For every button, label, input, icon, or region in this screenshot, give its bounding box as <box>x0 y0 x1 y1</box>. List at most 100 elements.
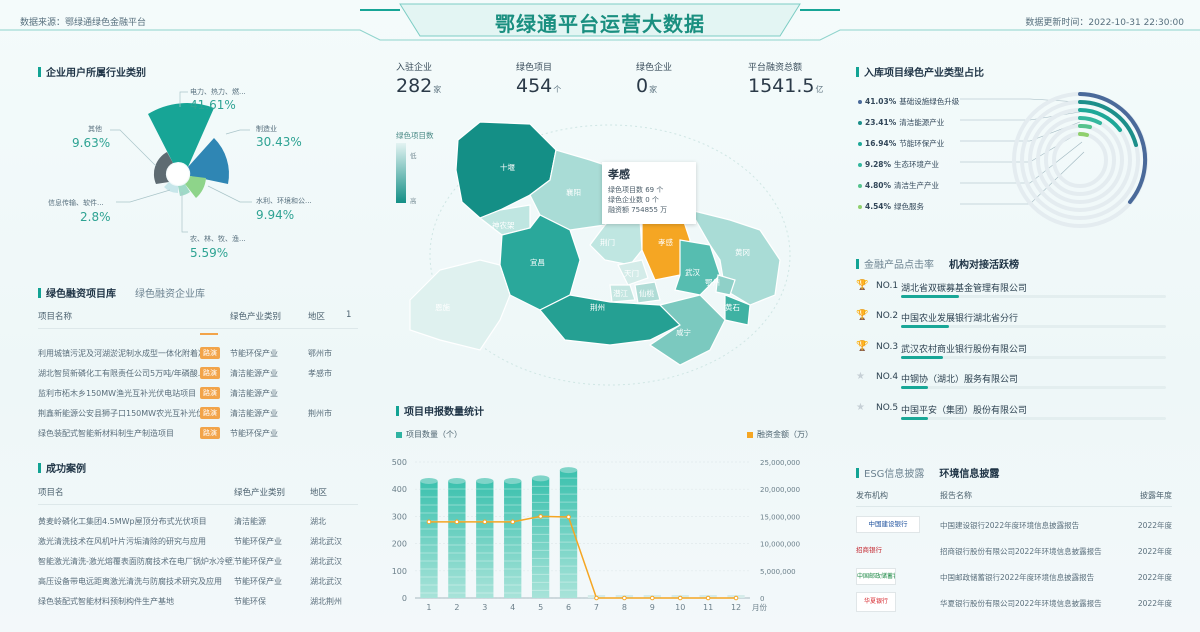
line-point[interactable] <box>594 595 599 601</box>
trophy-silver-icon: 🏆 <box>856 310 869 321</box>
industry-label-power-name: 电力、热力、燃... <box>190 88 246 96</box>
industry-share-title-text: 入库项目绿色产业类型占比 <box>864 68 984 79</box>
share-dot <box>858 204 862 209</box>
row-category: 清洁能源产业 <box>230 368 278 378</box>
tab-esg[interactable]: ESG信息披露 <box>864 465 924 480</box>
row-name: 智能激光清洗-激光熔覆表面防腐技术在电厂锅炉水冷壁及... <box>38 556 234 566</box>
map-label: 天门 <box>624 269 639 278</box>
bar-top <box>504 478 522 485</box>
kpi-value: 282 <box>396 75 433 97</box>
esg-row[interactable]: 华夏银行 华夏银行股份有限公司2022年环境信息披露报告 2022年度 <box>856 592 1172 614</box>
share-item: 4.80% 清洁生产产业 <box>858 180 939 191</box>
x-tick: 1 <box>426 603 431 612</box>
x-tick: 3 <box>482 603 487 612</box>
hubei-map[interactable]: 十堰 襄阳 神农架 宜昌 恩施 荆门 孝感 天门 潜江 仙桃 武汉 鄂州 黄冈 … <box>380 110 800 400</box>
tab-finance-companies[interactable]: 绿色融资企业库 <box>135 285 205 300</box>
x-tick: 9 <box>650 603 655 612</box>
bar-mark[interactable] <box>504 481 522 598</box>
title-bar <box>38 66 41 77</box>
table-row[interactable]: 智能激光清洗-激光熔覆表面防腐技术在电厂锅炉水冷壁及... 节能环保产业 湖北武汉 <box>38 551 358 571</box>
row-region: 荆州市 <box>308 408 332 418</box>
kpi-value: 0 <box>636 75 649 97</box>
line-point[interactable] <box>622 595 627 601</box>
row-region: 湖北武汉 <box>310 576 342 586</box>
tooltip-line: 融资额 754855 万 <box>608 206 668 214</box>
rank-item[interactable]: 🏆 NO.1 湖北省双碳募基金管理有限公司 <box>856 280 1166 311</box>
rank-item[interactable]: ★ NO.5 中国平安（集团）股份有限公司 <box>856 402 1166 433</box>
project-stats-title: 项目申报数量统计 <box>396 403 484 418</box>
share-pct: 23.41% <box>865 118 897 127</box>
line-point[interactable] <box>426 519 432 525</box>
kpi-label: 入驻企业 <box>396 63 433 73</box>
col-category: 绿色产业类别 <box>230 312 282 322</box>
finance-projects-table: 项目名称 绿色产业类别 地区 1 利用城镇污泥及河湖淤泥制水成型一体化附着净..… <box>38 310 358 443</box>
table-header: 项目名称 绿色产业类别 地区 1 <box>38 310 358 329</box>
industry-label-mfg-name: 制造业 <box>256 125 277 133</box>
line-point[interactable] <box>705 595 711 601</box>
rank-item[interactable]: 🏆 NO.3 武汉农村商业银行股份有限公司 <box>856 341 1166 372</box>
rank-item[interactable]: 🏆 NO.2 中国农业发展银行湖北省分行 <box>856 310 1166 341</box>
row-name: 绿色装配式智能新材料制生产制造项目 <box>38 428 174 438</box>
share-name: 清洁生产产业 <box>894 181 940 190</box>
bar-mark[interactable] <box>420 481 438 598</box>
table-row[interactable]: 高压设备带电远距离激光清洗与防腐技术研究及应用 节能环保产业 湖北武汉 <box>38 571 358 591</box>
industry-share-radial <box>960 92 1148 228</box>
tab-product-click[interactable]: 金融产品点击率 <box>864 256 934 271</box>
legend-label: 项目数量（个） <box>406 430 462 439</box>
map-label: 孝感 <box>658 237 673 247</box>
table-row[interactable]: 监利市柘木乡150MW渔光互补光伏电站项目 路演 清洁能源产业 <box>38 383 358 403</box>
esg-row[interactable]: 招商银行 招商银行股份有限公司2022年环境信息披露报告 2022年度 <box>856 540 1172 562</box>
kpi-label: 平台融资总额 <box>748 63 803 73</box>
table-row[interactable]: 利用城镇污泥及河湖淤泥制水成型一体化附着净... 路演 节能环保产业 鄂州市 <box>38 343 358 363</box>
kpi-companies: 入驻企业 282家 <box>396 60 441 97</box>
page-indicator[interactable]: 1 <box>346 310 358 322</box>
y-left-tick: 400 <box>392 485 407 494</box>
rank-no: NO.2 <box>876 311 899 321</box>
kpi-unit: 家 <box>649 85 658 94</box>
table-row[interactable]: 荆鑫新能源公安县狮子口150MW农光互补光伏发...路演清洁能源产业 荆州市 <box>38 403 358 423</box>
line-point[interactable] <box>733 595 739 601</box>
radial-arc-clean-production <box>1078 123 1092 129</box>
line-point[interactable] <box>566 514 571 520</box>
line-point[interactable] <box>649 595 655 601</box>
share-dot <box>858 120 862 125</box>
legend-financing[interactable]: 融资金额（万） <box>747 429 813 440</box>
x-tick: 2 <box>454 603 459 612</box>
table-row[interactable]: 黄麦岭磷化工集团4.5MWp屋顶分布式光伏项目 清洁能源 湖北 <box>38 511 358 531</box>
table-row[interactable]: 绿色装配式智能材料预制构件生产基地 节能环保 湖北荆州 <box>38 591 358 611</box>
legend-project-count[interactable]: 项目数量（个） <box>396 429 462 440</box>
x-tick: 10 <box>675 603 685 612</box>
line-point[interactable] <box>510 519 516 525</box>
line-point[interactable] <box>677 595 683 601</box>
rank-item[interactable]: ★ NO.4 中钢协（湖北）服务有限公司 <box>856 371 1166 402</box>
industry-label-water-pct: 9.94% <box>256 208 295 222</box>
map-label: 鄂州 <box>705 278 720 287</box>
roadshow-tag: 路演 <box>200 427 220 439</box>
line-point[interactable] <box>454 519 460 525</box>
bar-mark[interactable] <box>531 478 550 598</box>
x-tick: 8 <box>622 603 627 612</box>
table-row[interactable]: 湖北智贸新磷化工有限责任公司5万吨/年磷酸... 路演 清洁能源产业 孝感市 <box>38 363 358 383</box>
rank-name: 湖北省双碳募基金管理有限公司 <box>901 284 1028 294</box>
share-dot <box>858 141 862 146</box>
tooltip-title: 孝感 <box>608 168 630 181</box>
bar-mark[interactable] <box>476 481 494 598</box>
line-point[interactable] <box>538 514 543 519</box>
y-left-tick: 300 <box>392 512 407 521</box>
rank-name: 中国农业发展银行湖北省分行 <box>901 314 1019 324</box>
share-name: 节能环保产业 <box>899 139 945 148</box>
share-dot <box>858 99 862 104</box>
bar-mark[interactable] <box>448 481 466 598</box>
kpi-unit: 个 <box>553 85 562 94</box>
y-right-tick: 10,000,000 <box>760 541 800 549</box>
table-row[interactable]: 绿色装配式智能新材料制生产制造项目 路演 节能环保产业 <box>38 423 358 443</box>
tab-finance-projects[interactable]: 绿色融资项目库 <box>46 285 116 300</box>
esg-row[interactable]: 中国邮政储蓄银行 中国邮政储蓄银行2022年度环境信息披露报告 2022年度 <box>856 566 1172 588</box>
line-point[interactable] <box>482 519 488 525</box>
table-row[interactable]: 激光清洗技术在风机叶片污垢清除的研究与应用 节能环保产业 湖北武汉 <box>38 531 358 551</box>
share-name: 清洁能源产业 <box>899 118 945 127</box>
esg-row[interactable]: 中国建设银行 中国建设银行2022年度环境信息披露报告 2022年度 <box>856 514 1172 536</box>
tab-institution-ranking[interactable]: 机构对接活跃榜 <box>949 256 1019 271</box>
tab-environment[interactable]: 环境信息披露 <box>939 465 999 480</box>
legend-swatch <box>396 431 402 438</box>
